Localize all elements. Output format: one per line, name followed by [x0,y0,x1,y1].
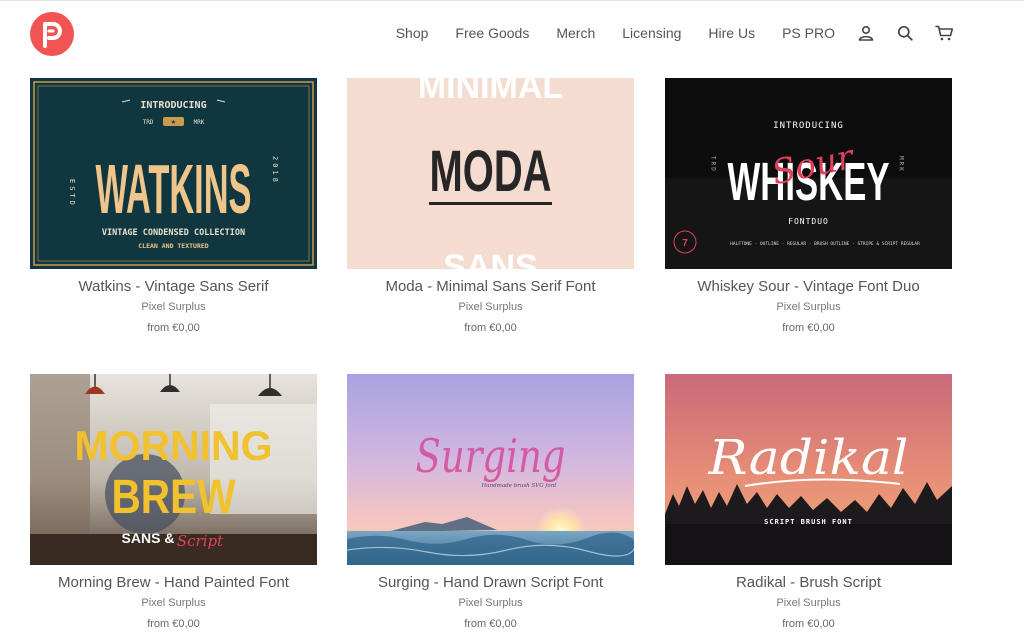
art-script: Script [177,532,224,550]
nav-ps-pro[interactable]: PS PRO [782,25,835,41]
moda-artwork: MINIMAL MODA SANS [347,78,634,269]
art-side-right: MRK [898,156,905,173]
product-price: from €0,00 [147,618,200,630]
product-price: from €0,00 [464,322,517,334]
product-price: from €0,00 [782,322,835,334]
svg-text:7: 7 [682,238,688,249]
cart-icon[interactable] [934,23,954,43]
art-sub: FONTDUO [788,217,829,226]
logo-p-icon[interactable] [30,12,74,56]
nav-licensing[interactable]: Licensing [622,25,681,41]
product-title[interactable]: Moda - Minimal Sans Serif Font [347,278,634,295]
art-line1: MORNING [75,422,273,469]
product-vendor: Pixel Surplus [776,301,841,313]
product-title[interactable]: Watkins - Vintage Sans Serif [30,278,317,295]
art-sub: SCRIPT BRUSH FONT [764,518,853,526]
product-price: from €0,00 [147,322,200,334]
product-title[interactable]: Morning Brew - Hand Painted Font [30,574,317,591]
watkins-artwork: INTRODUCING TRD ★ MRK WATKINS ESTD 2018 … [30,78,317,269]
nav-free-goods[interactable]: Free Goods [455,25,529,41]
art-right: MRK [194,119,205,126]
art-line3: SANS & [122,530,175,546]
art-main: Radikal [707,430,908,486]
whiskey-sour-artwork: INTRODUCING WHISKEY Sour FONTDUO TRD MRK… [665,78,952,269]
morning-brew-artwork: MORNING BREW SANS & Script [30,374,317,565]
nav-shop[interactable]: Shop [396,25,429,41]
art-intro: INTRODUCING [140,100,206,111]
product-thumbnail[interactable]: MINIMAL MODA SANS [347,78,634,269]
art-sub: VINTAGE CONDENSED COLLECTION [102,228,245,238]
art-side-left: ESTD [68,179,76,208]
art-star: ★ [171,119,176,126]
product-title[interactable]: Surging - Hand Drawn Script Font [347,574,634,591]
product-thumbnail[interactable]: MORNING BREW SANS & Script [30,374,317,565]
art-intro: INTRODUCING [773,121,844,131]
art-sub: Handmade brush SVG font [481,483,558,489]
product-title[interactable]: Whiskey Sour - Vintage Font Duo [665,278,952,295]
art-sub2: CLEAN AND TEXTURED [138,242,209,250]
art-top: MINIMAL [418,78,563,106]
product-vendor: Pixel Surplus [141,301,206,313]
art-features: HALFTONE · OUTLINE · REGULAR · BRUSH OUT… [730,241,920,247]
header-icons [856,22,954,44]
product-vendor: Pixel Surplus [776,597,841,609]
product-title[interactable]: Radikal - Brush Script [665,574,952,591]
nav-merch[interactable]: Merch [556,25,595,41]
search-icon[interactable] [895,23,915,43]
product-thumbnail[interactable]: Radikal SCRIPT BRUSH FONT [665,374,952,565]
product-price: from €0,00 [464,618,517,630]
art-main: MODA [430,139,552,204]
art-side-right: 2018 [271,156,279,185]
product-vendor: Pixel Surplus [458,597,523,609]
surging-artwork: Surging Handmade brush SVG font [347,374,634,565]
art-main: Surging [416,429,566,483]
main-nav: Shop Free Goods Merch Licensing Hire Us … [396,22,835,44]
product-vendor: Pixel Surplus [458,301,523,313]
product-price: from €0,00 [782,618,835,630]
nav-hire-us[interactable]: Hire Us [708,25,755,41]
art-side-left: TRD [710,156,717,173]
radikal-artwork: Radikal SCRIPT BRUSH FONT [665,374,952,565]
account-icon[interactable] [856,23,876,43]
art-main: WATKINS [96,150,252,228]
product-thumbnail[interactable]: Surging Handmade brush SVG font [347,374,634,565]
art-line2: BREW [112,471,237,524]
site-header: Shop Free Goods Merch Licensing Hire Us … [0,0,1024,70]
product-thumbnail[interactable]: INTRODUCING TRD ★ MRK WATKINS ESTD 2018 … [30,78,317,269]
art-bottom: SANS [443,248,537,269]
art-left: TRD [143,119,154,126]
product-thumbnail[interactable]: INTRODUCING WHISKEY Sour FONTDUO TRD MRK… [665,78,952,269]
product-vendor: Pixel Surplus [141,597,206,609]
